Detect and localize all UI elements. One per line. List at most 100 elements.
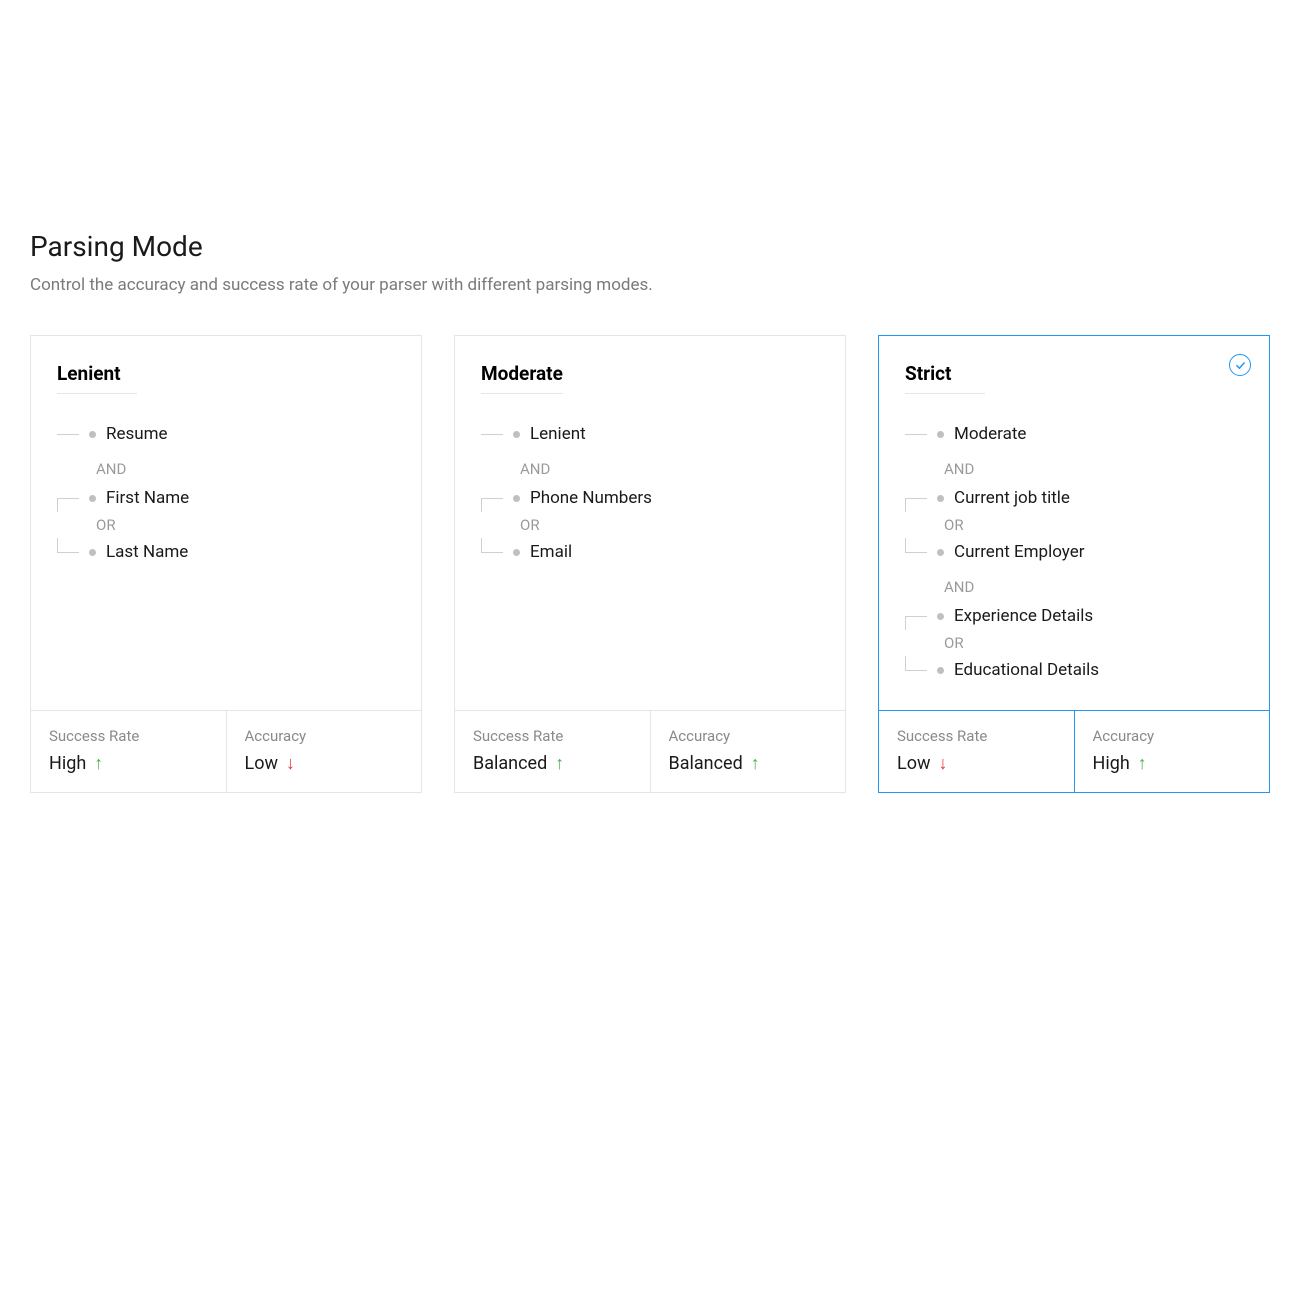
- rule-item-row: Email: [481, 538, 819, 566]
- arrow-up-icon: ↑: [555, 755, 564, 773]
- tree-connector-icon: [481, 484, 503, 512]
- rule-item-row: Current job title: [905, 484, 1243, 512]
- card-body: LenientResumeANDFirst NameORLast Name: [31, 336, 421, 710]
- metric-value-row: Low ↓: [897, 753, 1056, 774]
- bullet-icon: [513, 549, 520, 556]
- tree-connector-icon: [57, 484, 79, 512]
- metric-value: High: [49, 753, 86, 774]
- rule-group: Experience Details OR Educational Details: [905, 602, 1243, 684]
- rule-item-label: Current Employer: [954, 542, 1085, 562]
- rule-tree: Moderate AND Current job title OR Current Em…: [905, 420, 1243, 684]
- rule-item-row: Experience Details: [905, 602, 1243, 630]
- metric-value-row: Low ↓: [245, 753, 404, 774]
- operator-row: OR: [57, 512, 395, 538]
- card-title: Moderate: [481, 362, 563, 394]
- rule-group: Resume: [57, 420, 395, 448]
- rule-item-row: Lenient: [481, 420, 819, 448]
- parsing-mode-cards: Lenient Resume AND First Name OR Last Name Su…: [30, 335, 1270, 793]
- arrow-up-icon: ↑: [1138, 755, 1147, 773]
- metric-label: Success Rate: [473, 727, 632, 745]
- card-title: Lenient: [57, 362, 137, 394]
- operator-label: OR: [79, 516, 116, 534]
- rule-item-label: Moderate: [954, 424, 1026, 444]
- rule-item-row: First Name: [57, 484, 395, 512]
- metric-value-row: High ↑: [49, 753, 208, 774]
- operator-label: OR: [927, 516, 964, 534]
- bullet-icon: [937, 431, 944, 438]
- metric-value-row: Balanced ↑: [669, 753, 828, 774]
- bullet-icon: [937, 495, 944, 502]
- rule-item-label: Current job title: [954, 488, 1070, 508]
- tree-connector-icon: [481, 420, 503, 448]
- bullet-icon: [513, 431, 520, 438]
- bullet-icon: [513, 495, 520, 502]
- metric-success-rate: Success Rate Balanced ↑: [455, 711, 650, 792]
- operator-row: OR: [905, 630, 1243, 656]
- section-description: Control the accuracy and success rate of…: [30, 275, 1270, 295]
- arrow-down-icon: ↓: [286, 755, 295, 773]
- metric-accuracy: Accuracy Balanced ↑: [650, 711, 846, 792]
- rule-group: Current job title OR Current Employer: [905, 484, 1243, 566]
- tree-connector-icon: [481, 538, 503, 566]
- operator-label: AND: [905, 454, 1243, 484]
- rule-tree: ResumeANDFirst NameORLast Name: [57, 420, 395, 566]
- arrow-down-icon: ↓: [939, 755, 948, 773]
- rule-group: First Name OR Last Name: [57, 484, 395, 566]
- tree-connector-icon: [905, 656, 927, 684]
- operator-row: OR: [905, 512, 1243, 538]
- rule-group: Phone Numbers OR Email: [481, 484, 819, 566]
- bullet-icon: [89, 431, 96, 438]
- rule-item-row: Resume: [57, 420, 395, 448]
- tree-connector-icon: [905, 602, 927, 630]
- operator-label: OR: [927, 634, 964, 652]
- card-body: StrictModerateANDCurrent job titleORCurr…: [879, 336, 1269, 710]
- metric-value: Balanced: [473, 753, 547, 774]
- card-metrics: Success Rate High ↑ Accuracy Low ↓: [31, 710, 421, 792]
- rule-item-row: Current Employer: [905, 538, 1243, 566]
- operator-label: OR: [503, 516, 540, 534]
- rule-group: Lenient: [481, 420, 819, 448]
- rule-item-label: Last Name: [106, 542, 188, 562]
- metric-success-rate: Success Rate High ↑: [31, 711, 226, 792]
- tree-connector-icon: [905, 420, 927, 448]
- bullet-icon: [89, 549, 96, 556]
- selected-check-icon: [1229, 354, 1251, 376]
- rule-item-label: Experience Details: [954, 606, 1093, 626]
- tree-connector-icon: [905, 484, 927, 512]
- card-title: Strict: [905, 362, 985, 394]
- parsing-mode-card[interactable]: LenientResumeANDFirst NameORLast Name Su…: [30, 335, 422, 793]
- tree-connector-icon: [57, 538, 79, 566]
- metric-label: Accuracy: [669, 727, 828, 745]
- rule-item-row: Moderate: [905, 420, 1243, 448]
- metric-value: Low: [245, 753, 279, 774]
- rule-item-row: Educational Details: [905, 656, 1243, 684]
- section-title: Parsing Mode: [30, 230, 1270, 263]
- rule-item-row: Phone Numbers: [481, 484, 819, 512]
- metric-accuracy: Accuracy Low ↓: [226, 711, 422, 792]
- arrow-up-icon: ↑: [94, 755, 103, 773]
- card-metrics: Success Rate Balanced ↑ Accuracy Balance…: [455, 710, 845, 792]
- rule-tree: Lenient ANDPhone Numbers OR Email: [481, 420, 819, 566]
- metric-accuracy: Accuracy High ↑: [1074, 711, 1270, 792]
- rule-item-row: Last Name: [57, 538, 395, 566]
- metric-label: Success Rate: [49, 727, 208, 745]
- metric-label: Accuracy: [245, 727, 404, 745]
- parsing-mode-card[interactable]: Moderate Lenient ANDPhone Numbers OR Email S…: [454, 335, 846, 793]
- metric-label: Success Rate: [897, 727, 1056, 745]
- metric-value: Balanced: [669, 753, 743, 774]
- metric-value-row: Balanced ↑: [473, 753, 632, 774]
- metric-value-row: High ↑: [1093, 753, 1252, 774]
- operator-label: AND: [481, 454, 819, 484]
- bullet-icon: [89, 495, 96, 502]
- tree-connector-icon: [905, 538, 927, 566]
- operator-label: AND: [905, 572, 1243, 602]
- metric-value: High: [1093, 753, 1130, 774]
- rule-item-label: Resume: [106, 424, 168, 444]
- metric-label: Accuracy: [1093, 727, 1252, 745]
- operator-row: OR: [481, 512, 819, 538]
- card-body: Moderate Lenient ANDPhone Numbers OR Email: [455, 336, 845, 710]
- parsing-mode-card[interactable]: StrictModerateANDCurrent job titleORCurr…: [878, 335, 1270, 793]
- tree-connector-icon: [57, 420, 79, 448]
- rule-item-label: Email: [530, 542, 572, 562]
- card-metrics: Success Rate Low ↓ Accuracy High ↑: [879, 710, 1269, 792]
